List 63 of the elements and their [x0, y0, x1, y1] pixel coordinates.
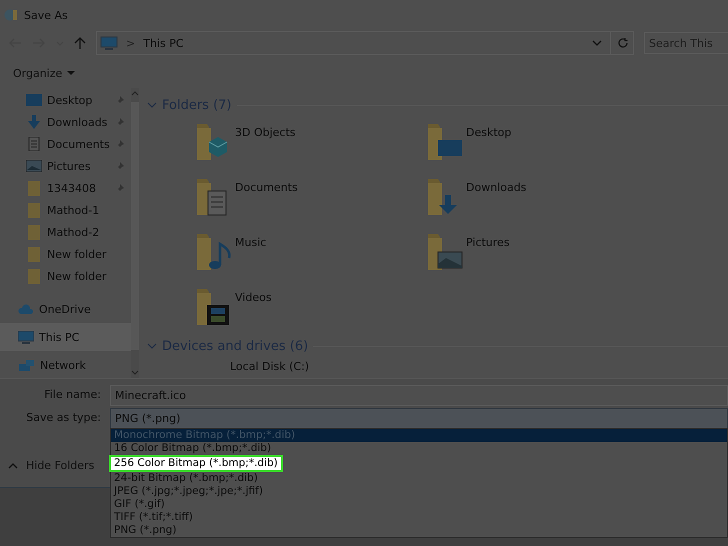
- dropdown-option[interactable]: Monochrome Bitmap (*.bmp;*.dib): [111, 429, 727, 442]
- folder-icon: [426, 122, 464, 162]
- up-arrow-icon[interactable]: [74, 36, 86, 50]
- folder-icon: [26, 180, 42, 196]
- sidebar-item[interactable]: New folder: [0, 265, 131, 287]
- folder-icon: [26, 246, 42, 262]
- chevron-up-icon: [8, 462, 18, 468]
- folder-item[interactable]: 3D Objects: [195, 122, 426, 166]
- window-title: Save As: [24, 8, 68, 22]
- hide-folders-button[interactable]: Hide Folders: [8, 459, 94, 472]
- dropdown-option[interactable]: 256 Color Bitmap (*.bmp;*.dib): [111, 457, 281, 470]
- app-icon: [4, 8, 18, 22]
- folder-item[interactable]: Downloads: [426, 177, 657, 221]
- folder-item[interactable]: Documents: [195, 177, 426, 221]
- document-icon: [26, 137, 42, 151]
- folder-icon: [26, 224, 42, 240]
- folder-item[interactable]: Pictures: [426, 232, 657, 276]
- scroll-up-icon[interactable]: [130, 91, 139, 96]
- sidebar-item[interactable]: Network: [0, 351, 131, 379]
- sidebar-item[interactable]: 1343408: [0, 177, 131, 199]
- chevron-icon: [147, 102, 157, 108]
- sidebar-item[interactable]: Mathod-2: [0, 221, 131, 243]
- sidebar-item[interactable]: New folder: [0, 243, 131, 265]
- scrollbar[interactable]: [130, 88, 139, 378]
- field-label: File name:: [43, 387, 102, 401]
- breadcrumb-item[interactable]: This PC: [143, 36, 184, 50]
- sidebar-item[interactable]: Mathod-1: [0, 199, 131, 221]
- organize-button[interactable]: Organize: [8, 64, 80, 82]
- folder-item[interactable]: Videos: [195, 287, 426, 331]
- scroll-down-icon[interactable]: [130, 370, 139, 375]
- sidebar-item[interactable]: This PC: [0, 323, 131, 351]
- cloud-icon: [18, 304, 34, 314]
- breadcrumb-separator: >: [126, 36, 136, 50]
- field-label: Save as type:: [25, 410, 102, 424]
- sidebar-item[interactable]: Pictures: [0, 155, 131, 177]
- network-icon: [18, 358, 35, 372]
- folder-icon: [195, 232, 233, 272]
- dropdown-option[interactable]: 24-bit Bitmap (*.bmp;*.dib): [111, 472, 727, 485]
- dropdown-option[interactable]: GIF (*.gif): [111, 498, 727, 511]
- file-type-dropdown[interactable]: PNG (*.png): [110, 408, 728, 429]
- chevron-icon: [147, 342, 157, 350]
- picture-icon: [26, 160, 42, 172]
- computer-icon: [100, 36, 118, 50]
- download-arrow-icon: [26, 115, 42, 129]
- computer-icon: [18, 330, 34, 344]
- folder-icon: [26, 268, 42, 284]
- dropdown-option[interactable]: TIFF (*.tif;*.tiff): [111, 511, 727, 524]
- folder-item[interactable]: Desktop: [426, 122, 657, 166]
- sidebar-item[interactable]: Desktop: [0, 89, 131, 111]
- drive-item[interactable]: Local Disk (C:): [230, 360, 310, 373]
- sidebar-item[interactable]: Downloads: [0, 111, 131, 133]
- folder-item[interactable]: Music: [195, 232, 426, 276]
- dropdown-option[interactable]: 16 Color Bitmap (*.bmp;*.dib): [111, 442, 727, 455]
- sidebar-item[interactable]: Documents: [0, 133, 131, 155]
- dropdown-option[interactable]: PNG (*.png): [111, 524, 727, 537]
- sidebar-item[interactable]: OneDrive: [0, 295, 131, 323]
- file-name-field[interactable]: Minecraft.ico: [110, 385, 728, 406]
- folder-icon: [26, 202, 42, 218]
- folder-icon: [426, 232, 464, 272]
- chevron-down-icon[interactable]: [592, 40, 602, 46]
- desktop-icon: [26, 94, 42, 106]
- address-bar[interactable]: > This PC: [96, 31, 634, 55]
- dropdown-option[interactable]: JPEG (*.jpg;*.jpeg;*.jpe;*.jfif): [111, 485, 727, 498]
